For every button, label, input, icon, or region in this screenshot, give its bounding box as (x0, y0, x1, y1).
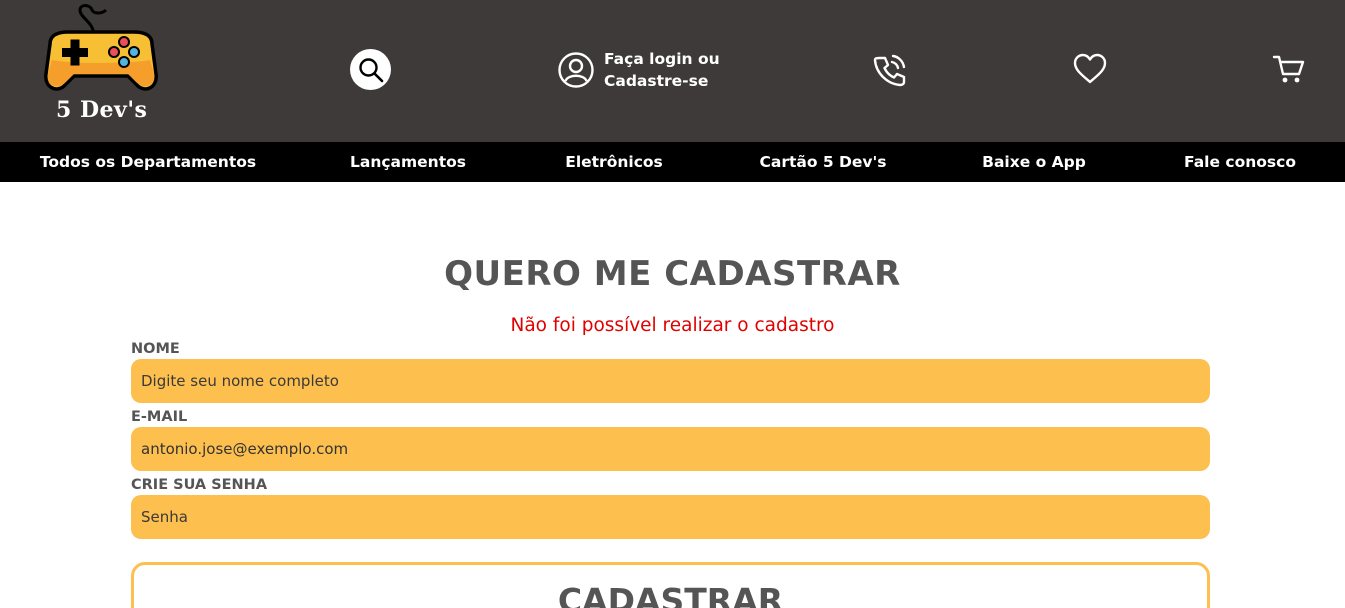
password-label: CRIE SUA SENHA (131, 477, 268, 493)
login-link[interactable]: Faça login ou Cadastre-se (558, 48, 720, 92)
email-input[interactable] (131, 427, 1210, 471)
logo-text: 5 Dev's (56, 97, 148, 123)
nav-item-app[interactable]: Baixe o App (982, 142, 1086, 182)
heart-icon (1073, 53, 1107, 84)
gamepad-icon (44, 4, 158, 91)
phone-icon (873, 54, 906, 87)
login-text: Faça login ou Cadastre-se (604, 48, 720, 92)
login-line-2: Cadastre-se (604, 72, 709, 90)
logo[interactable]: 5 Dev's (40, 2, 162, 124)
email-label: E-MAIL (131, 409, 188, 425)
search-button[interactable] (350, 49, 391, 90)
cart-button[interactable] (1272, 53, 1306, 89)
page-title: QUERO ME CADASTRAR (444, 254, 901, 294)
password-input[interactable] (131, 495, 1210, 539)
submit-button[interactable]: CADASTRAR (131, 562, 1210, 608)
nav-item-cartao[interactable]: Cartão 5 Dev's (759, 142, 886, 182)
top-header: 5 Dev's Faça login ou Cadastre-se (0, 0, 1345, 142)
nav-item-contato[interactable]: Fale conosco (1184, 142, 1296, 182)
error-message: Não foi possível realizar o cadastro (510, 315, 835, 336)
login-line-1: Faça login ou (604, 50, 720, 68)
favorites-button[interactable] (1072, 53, 1108, 89)
name-input[interactable] (131, 359, 1210, 403)
nav-item-departamentos[interactable]: Todos os Departamentos (40, 142, 256, 182)
cart-icon (1272, 55, 1305, 83)
name-label: NOME (131, 341, 180, 357)
user-icon (558, 52, 594, 88)
nav-item-lancamentos[interactable]: Lançamentos (350, 142, 466, 182)
nav-item-eletronicos[interactable]: Eletrônicos (565, 142, 663, 182)
main-nav: Todos os Departamentos Lançamentos Eletr… (0, 142, 1345, 182)
search-icon (358, 57, 383, 82)
contact-button[interactable] (872, 52, 908, 92)
